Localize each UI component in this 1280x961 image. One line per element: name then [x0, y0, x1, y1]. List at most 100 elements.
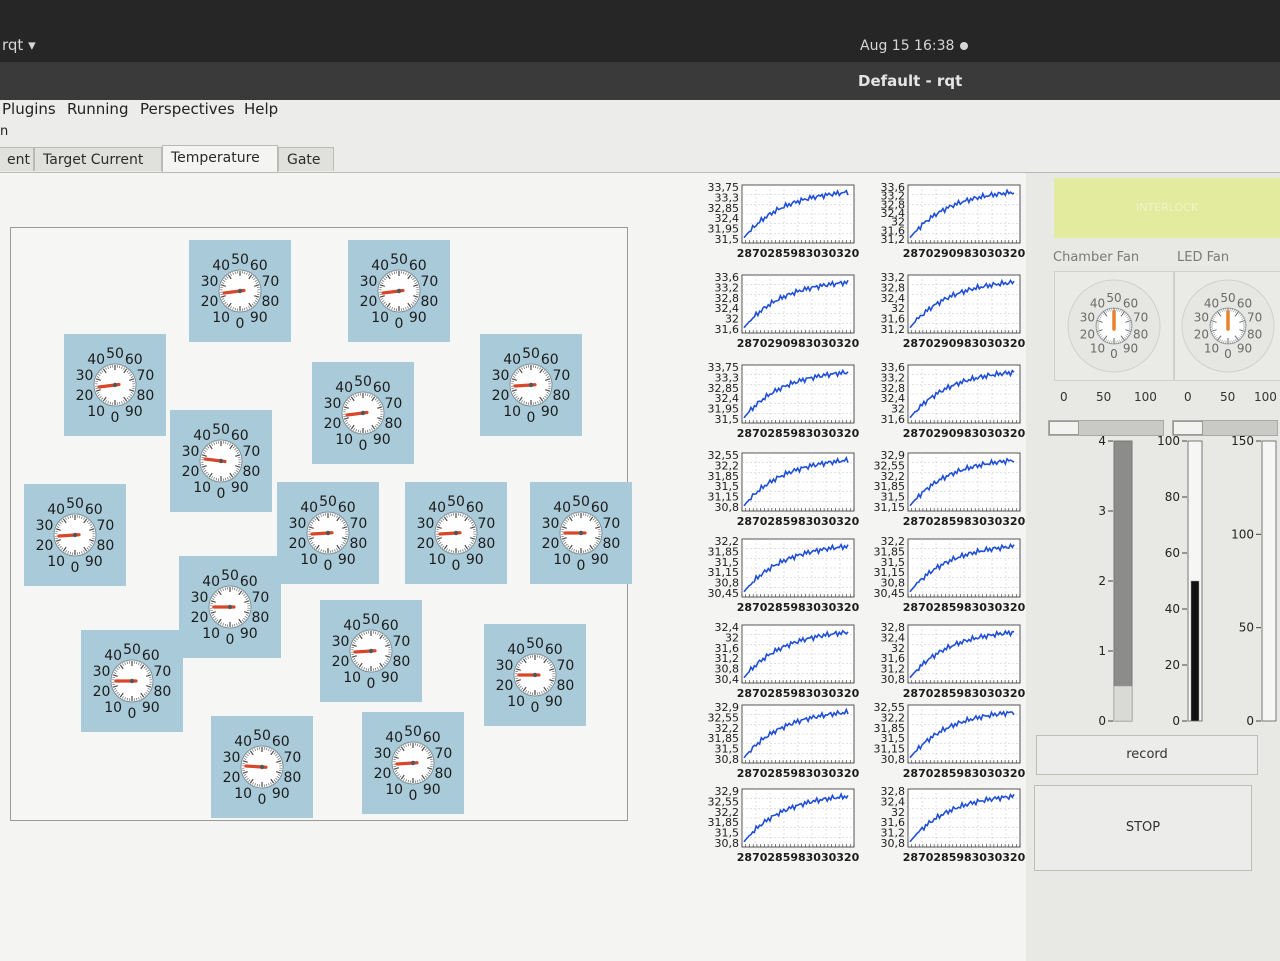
gauge-scale-label: 60	[240, 574, 258, 590]
gauge-scale-label: 50	[221, 568, 239, 584]
gauge-scale-label: 20	[417, 536, 435, 552]
gauge-scale-label: 60	[373, 380, 391, 396]
plot-tick-label: 31,6	[881, 413, 906, 426]
plot-x-label: 2870285983030320	[737, 427, 860, 440]
led-fan-dial[interactable]: 0102030405060708090	[1174, 271, 1280, 381]
record-button[interactable]: record	[1036, 735, 1258, 775]
gauge-scale-label: 30	[201, 274, 219, 290]
menu-plugins[interactable]: Plugins	[2, 100, 56, 118]
temperature-plots: 33,7533,332,8532,431,9531,52870285983030…	[700, 181, 1020, 881]
gauge-scale-label: 40	[385, 730, 403, 746]
gauge-scale-label: 30	[417, 516, 435, 532]
status-dot-icon	[960, 42, 968, 50]
gauge-scale-label: 40	[371, 258, 389, 274]
gauge-scale-label: 80	[393, 654, 411, 670]
stop-button[interactable]: STOP	[1034, 785, 1252, 871]
gauge-scale-label: 70	[557, 658, 575, 674]
tab-temperature[interactable]: Temperature	[162, 145, 278, 173]
fan-scale-label: 40	[1204, 296, 1219, 310]
fan-scale-label: 90	[1237, 342, 1252, 356]
temperature-plot: 33,7533,332,8532,431,9531,52870285983030…	[700, 361, 858, 447]
gauge-scale-label: 70	[385, 396, 403, 412]
temperature-plot: 32,932,5532,231,8531,531,152870285983030…	[866, 449, 1024, 535]
plot-tick-label: 31,15	[874, 501, 906, 514]
gauge-scale-label: 40	[300, 500, 318, 516]
fan-scale-label: 10	[1090, 342, 1105, 356]
tank-tick-label: 0	[1172, 714, 1180, 728]
gauge-scale-label: 80	[284, 770, 302, 786]
fan-scale-label: 20	[1080, 328, 1095, 342]
gauge-scale-label: 0	[236, 316, 245, 332]
menu-running[interactable]: Running	[67, 100, 128, 118]
gauge-scale-label: 90	[231, 480, 249, 496]
gauge-scale-label: 10	[212, 310, 230, 326]
gauge-scale-label: 90	[423, 782, 441, 798]
gauge-scale-label: 30	[289, 516, 307, 532]
gauge-scale-label: 90	[541, 404, 559, 420]
gauge-scale-label: 90	[591, 552, 609, 568]
gauge-scale-label: 80	[262, 294, 280, 310]
menu-help[interactable]: Help	[244, 100, 278, 118]
gauge-scale-label: 50	[253, 728, 271, 744]
gauge-scale-label: 10	[104, 700, 122, 716]
temperature-plot: 32,231,8531,531,1530,830,452870285983030…	[866, 535, 1024, 621]
temperature-gauge: 0102030405060708090	[480, 334, 582, 436]
plot-x-label: 2870285983030320	[903, 851, 1026, 864]
gauge-scale-label: 60	[125, 352, 143, 368]
plot-x-label: 2870285983030320	[737, 601, 860, 614]
gauge-scale-label: 10	[385, 782, 403, 798]
fan-scale-label: 70	[1133, 310, 1148, 324]
gauge-scale-label: 80	[97, 538, 115, 554]
chamber-slider-tick-50: 50	[1096, 390, 1111, 404]
app-window: Plugins Running Perspectives Help n ent …	[0, 100, 1280, 960]
gauge-scale-label: 0	[258, 792, 267, 808]
temperature-gauge: 0102030405060708090	[405, 482, 507, 584]
gauge-scale-label: 30	[324, 396, 342, 412]
plot-tick-label: 30,8	[881, 753, 906, 766]
chamber-fan-dial[interactable]: 0102030405060708090	[1054, 271, 1174, 381]
temperature-gauge: 0102030405060708090	[64, 334, 166, 436]
temperature-plot: 32,5532,231,8531,531,1530,82870285983030…	[700, 449, 858, 535]
tab-target-current[interactable]: Target Current	[34, 147, 162, 171]
gauge-scale-label: 80	[137, 388, 155, 404]
gauge-scale-label: 80	[421, 294, 439, 310]
gauge-scale-label: 0	[367, 676, 376, 692]
temperature-plot: 32,832,43231,631,230,82870285983030320	[866, 785, 1024, 871]
gauge-scale-label: 50	[362, 612, 380, 628]
plot-x-label: 2870290983030320	[903, 247, 1026, 260]
plot-x-label: 2870285983030320	[737, 687, 860, 700]
gauge-scale-label: 30	[223, 750, 241, 766]
gauge-scale-label: 30	[542, 516, 560, 532]
gauge-scale-label: 20	[182, 464, 200, 480]
plot-tick-label: 30,8	[881, 673, 906, 686]
gauge-scale-label: 80	[478, 536, 496, 552]
plot-x-label: 2870285983030320	[737, 247, 860, 260]
gauge-scale-label: 40	[193, 428, 211, 444]
gauge-scale-label: 50	[66, 496, 84, 512]
led-slider-tick-100: 100	[1254, 390, 1277, 404]
gauge-scale-label: 40	[212, 258, 230, 274]
fan-scale-label: 10	[1204, 342, 1219, 356]
gauge-scale-label: 80	[243, 464, 261, 480]
gauge-scale-label: 90	[272, 786, 290, 802]
temperature-plot: 33,7533,332,8532,431,9531,52870285983030…	[700, 181, 858, 267]
clock[interactable]: Aug 15 16:38	[860, 38, 954, 54]
gauge-scale-label: 70	[393, 634, 411, 650]
tank-tick-label: 80	[1165, 490, 1180, 504]
tank-tick-label: 100	[1157, 434, 1180, 448]
gauge-scale-label: 0	[527, 410, 536, 426]
gauge-scale-label: 90	[466, 552, 484, 568]
tab-gate[interactable]: Gate	[278, 147, 334, 171]
gauge-scale-label: 20	[360, 294, 378, 310]
fan-scale-label: 30	[1080, 310, 1095, 324]
gauge-scale-label: 40	[47, 502, 65, 518]
gauge-scale-label: 50	[319, 494, 337, 510]
gauge-scale-label: 90	[240, 626, 258, 642]
app-menu[interactable]: rqt ▾	[2, 36, 36, 54]
tank-tick-label: 2	[1098, 574, 1106, 588]
chamber-fan-slider-handle[interactable]	[1049, 421, 1079, 435]
menu-perspectives[interactable]: Perspectives	[140, 100, 235, 118]
plot-tick-label: 30,45	[874, 587, 906, 600]
tab-current[interactable]: ent	[0, 147, 34, 171]
gauge-scale-label: 80	[435, 766, 453, 782]
